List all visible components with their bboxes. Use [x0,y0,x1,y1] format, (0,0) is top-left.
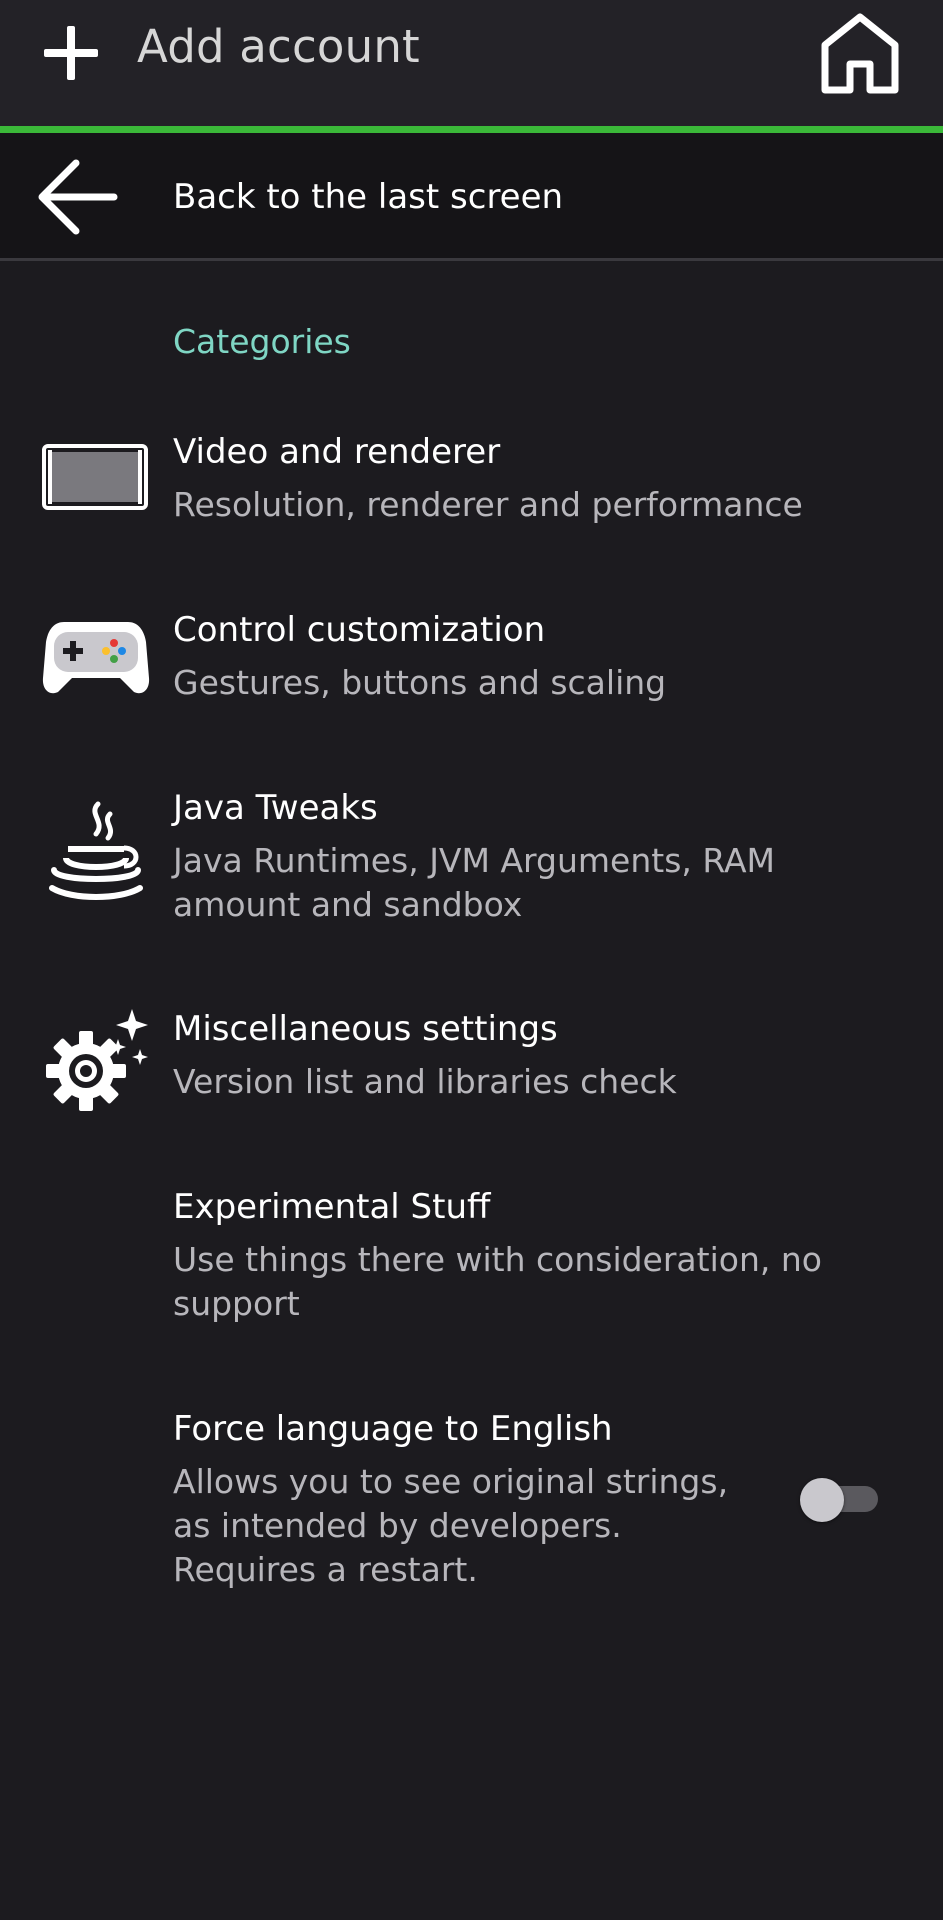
item-title: Miscellaneous settings [173,1009,558,1049]
plus-icon[interactable] [42,24,100,82]
top-bar: Add account [0,0,943,133]
item-title: Experimental Stuff [173,1187,491,1227]
list-item-video-renderer[interactable]: Video and renderer Resolution, renderer … [0,432,943,532]
toggle-thumb [800,1478,844,1522]
item-title: Java Tweaks [173,788,378,828]
item-summary: Gestures, buttons and scaling [173,663,667,702]
categories-header: Categories [173,322,351,361]
item-summary: Java Runtimes, JVM Arguments, RAM amount… [173,841,776,924]
back-label: Back to the last screen [173,177,564,217]
list-item-miscellaneous-settings[interactable]: Miscellaneous settings Version list and … [0,1009,943,1111]
back-row[interactable]: Back to the last screen [0,133,943,261]
item-summary: Allows you to see original strings, as i… [173,1462,729,1589]
item-summary: Resolution, renderer and performance [173,485,803,524]
add-account-label[interactable]: Add account [137,20,420,73]
home-icon[interactable] [820,12,900,96]
item-title: Force language to English [173,1409,613,1449]
gamepad-icon [42,622,150,694]
java-cup-icon [49,801,143,900]
list-item-experimental-stuff[interactable]: Experimental Stuff Use things there with… [0,1187,943,1327]
item-title: Video and renderer [173,432,501,472]
item-title: Control customization [173,610,546,650]
item-summary: Version list and libraries check [173,1062,677,1101]
divider [0,258,943,261]
arrow-back-icon [38,159,118,235]
item-summary: Use things there with consideration, no … [173,1240,822,1323]
topbar-accent-line [0,126,943,133]
settings-screen: Add account Back to the last screen Cate… [0,0,943,1920]
display-icon [42,444,148,510]
list-item-java-tweaks[interactable]: Java Tweaks Java Runtimes, JVM Arguments… [0,788,943,928]
force-english-toggle[interactable] [800,1474,880,1522]
gear-sparkle-icon [46,1009,148,1111]
list-item-control-customization[interactable]: Control customization Gestures, buttons … [0,610,943,710]
